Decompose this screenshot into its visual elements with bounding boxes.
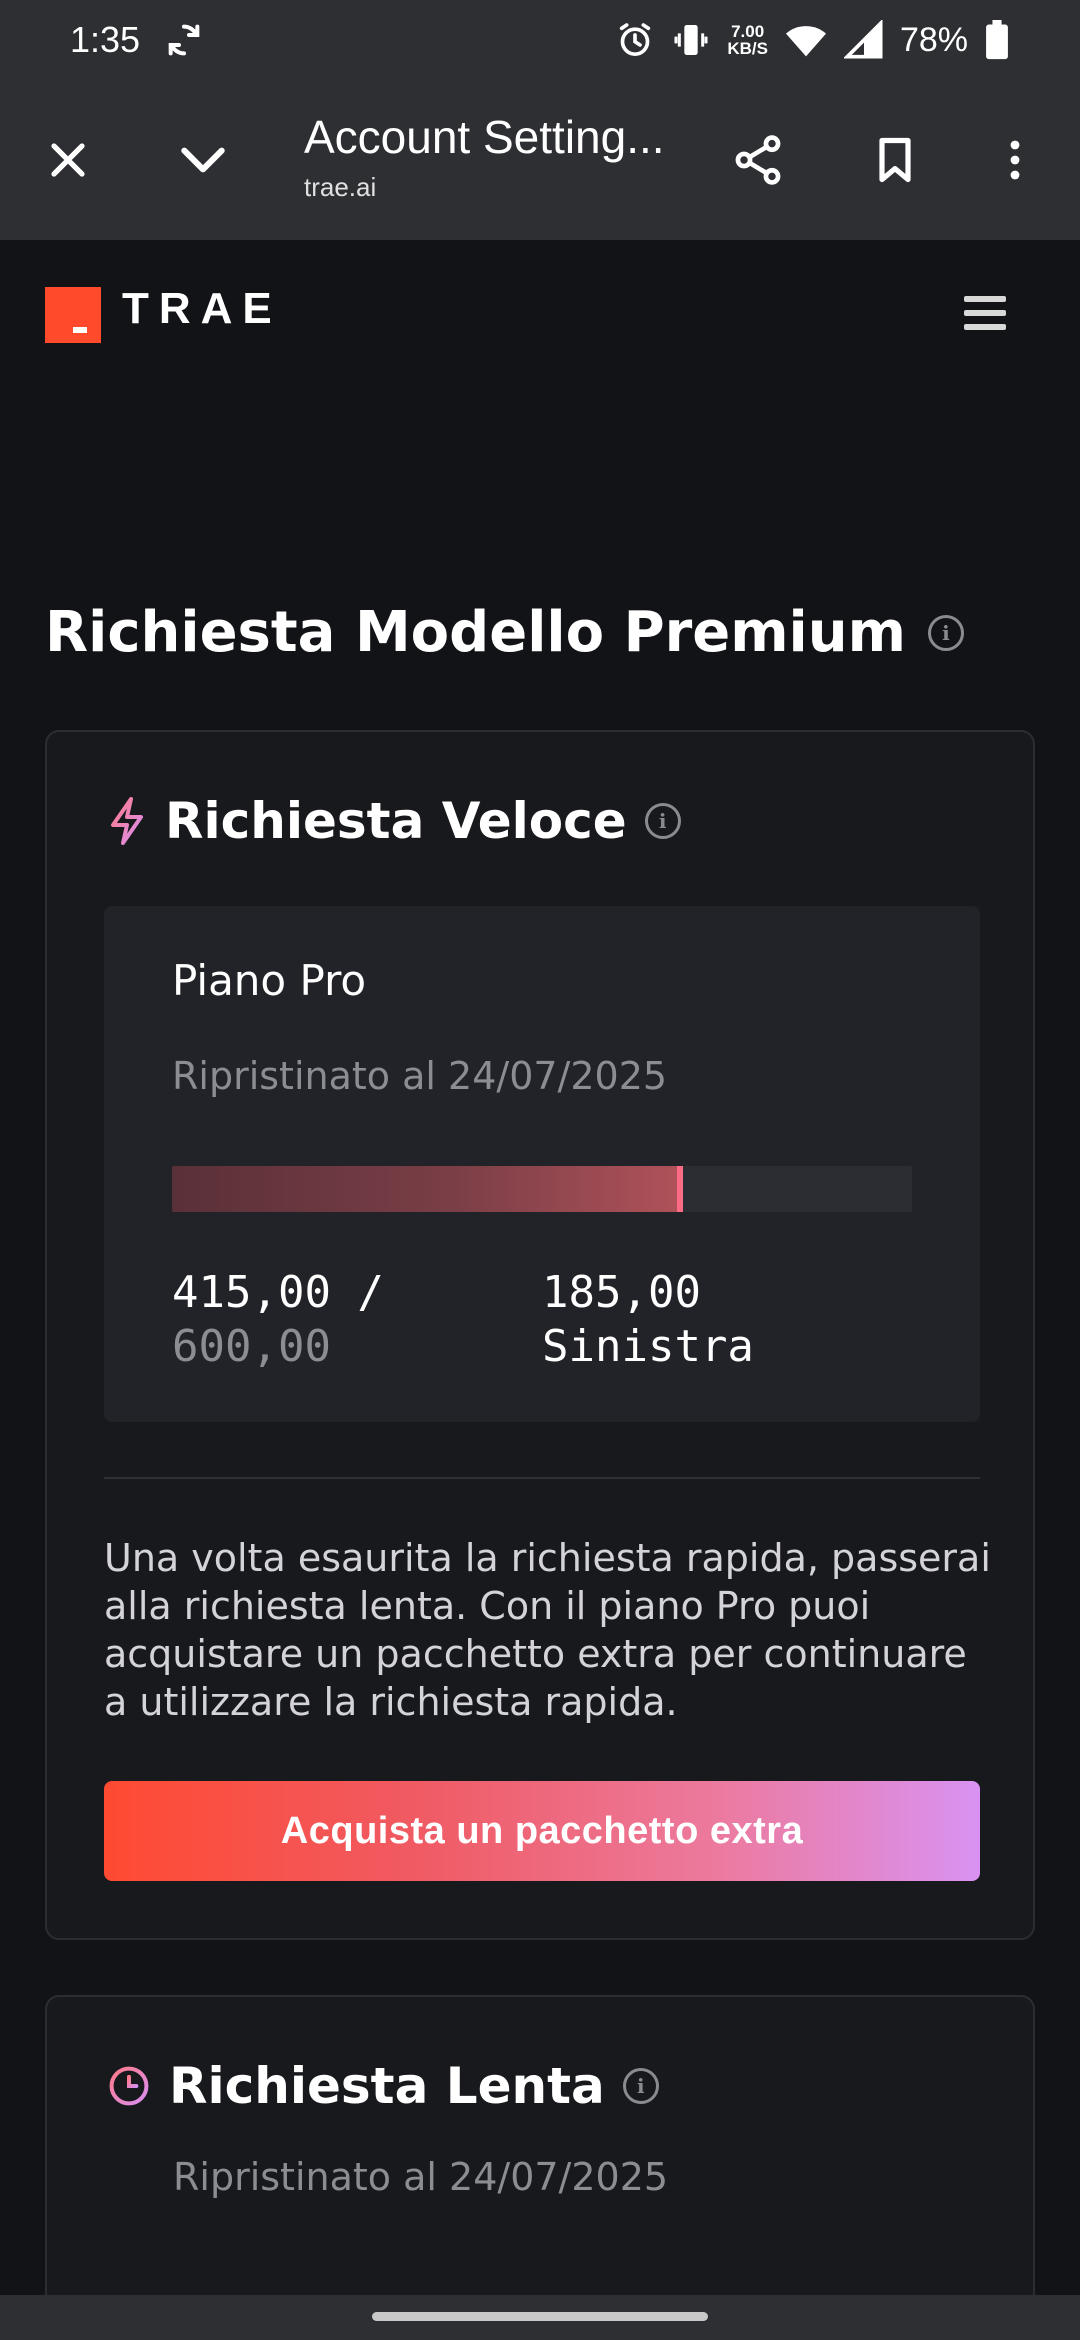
usage-used: 415,00 / 600,00	[172, 1266, 384, 1374]
home-gesture-handle[interactable]	[372, 2312, 708, 2321]
reset-date: Ripristinato al 24/07/2025	[172, 1054, 668, 1098]
wifi-icon	[784, 20, 828, 60]
total-value: 600,00	[172, 1321, 331, 1372]
fast-request-card: Richiesta Veloce i Piano Pro Ripristinat…	[45, 730, 1035, 1940]
remaining-value: 185,00	[542, 1267, 701, 1318]
fast-request-title: Richiesta Veloce	[165, 792, 627, 850]
clock-icon	[109, 2066, 149, 2106]
close-icon	[51, 143, 85, 177]
page-title: Richiesta Modello Premium i	[45, 600, 964, 665]
buy-extra-package-button[interactable]: Acquista un pacchetto extra	[104, 1781, 980, 1881]
browser-toolbar: Account Setting... trae.ai	[0, 80, 1080, 240]
fast-request-description: Una volta esaurita la richiesta rapida, …	[104, 1536, 991, 1724]
more-vertical-icon	[1010, 140, 1020, 180]
slow-reset-date: Ripristinato al 24/07/2025	[173, 2155, 669, 2199]
page-title-text: Richiesta Modello Premium	[45, 600, 906, 665]
system-nav-bar	[0, 2295, 1080, 2340]
battery-icon	[984, 20, 1010, 60]
sync-icon	[164, 20, 204, 60]
alarm-icon	[615, 20, 655, 60]
share-button[interactable]	[718, 120, 798, 200]
usage-remaining: 185,00 Sinistra	[542, 1266, 754, 1374]
battery-percent: 78%	[899, 20, 968, 59]
usage-progress-fill	[172, 1166, 683, 1212]
lightning-icon	[111, 797, 143, 845]
more-options-button[interactable]	[975, 120, 1055, 200]
chevron-down-icon	[181, 147, 225, 173]
trae-logo-text[interactable]: TRAE	[122, 284, 282, 334]
minimize-button[interactable]	[163, 120, 243, 200]
trae-logo-mark[interactable]	[45, 287, 101, 343]
plan-name: Piano Pro	[172, 956, 367, 1005]
signal-icon	[843, 20, 884, 60]
bookmark-button[interactable]	[855, 120, 935, 200]
bookmark-icon	[879, 137, 911, 183]
share-icon	[735, 135, 781, 185]
info-icon[interactable]: i	[927, 614, 964, 651]
network-speed: 7.00 KB/S	[727, 22, 768, 58]
browser-title: Account Setting...	[304, 111, 665, 163]
plan-usage-box: Piano Pro Ripristinato al 24/07/2025 415…	[104, 906, 980, 1422]
used-value: 415,00 /	[172, 1267, 384, 1318]
slow-request-heading: Richiesta Lenta i	[107, 2057, 659, 2115]
status-time: 1:35	[70, 19, 141, 60]
close-tab-button[interactable]	[28, 120, 108, 200]
fast-request-heading: Richiesta Veloce i	[107, 792, 681, 850]
remaining-label: Sinistra	[542, 1321, 754, 1372]
page-title-area[interactable]: Account Setting... trae.ai	[304, 110, 684, 203]
info-icon[interactable]: i	[644, 803, 681, 839]
usage-progress-bar	[172, 1166, 912, 1212]
menu-button[interactable]	[964, 292, 1006, 334]
vibrate-icon	[671, 20, 711, 60]
status-bar: 1:35 7.00 KB/S 78%	[0, 0, 1080, 80]
site-header: TRAE	[0, 240, 1080, 390]
slow-request-title: Richiesta Lenta	[169, 2057, 605, 2115]
browser-url: trae.ai	[304, 172, 377, 202]
slow-request-card: Richiesta Lenta i Ripristinato al 24/07/…	[45, 1995, 1035, 2340]
info-icon[interactable]: i	[622, 2068, 659, 2104]
hamburger-icon	[964, 296, 1006, 302]
divider	[104, 1477, 980, 1479]
